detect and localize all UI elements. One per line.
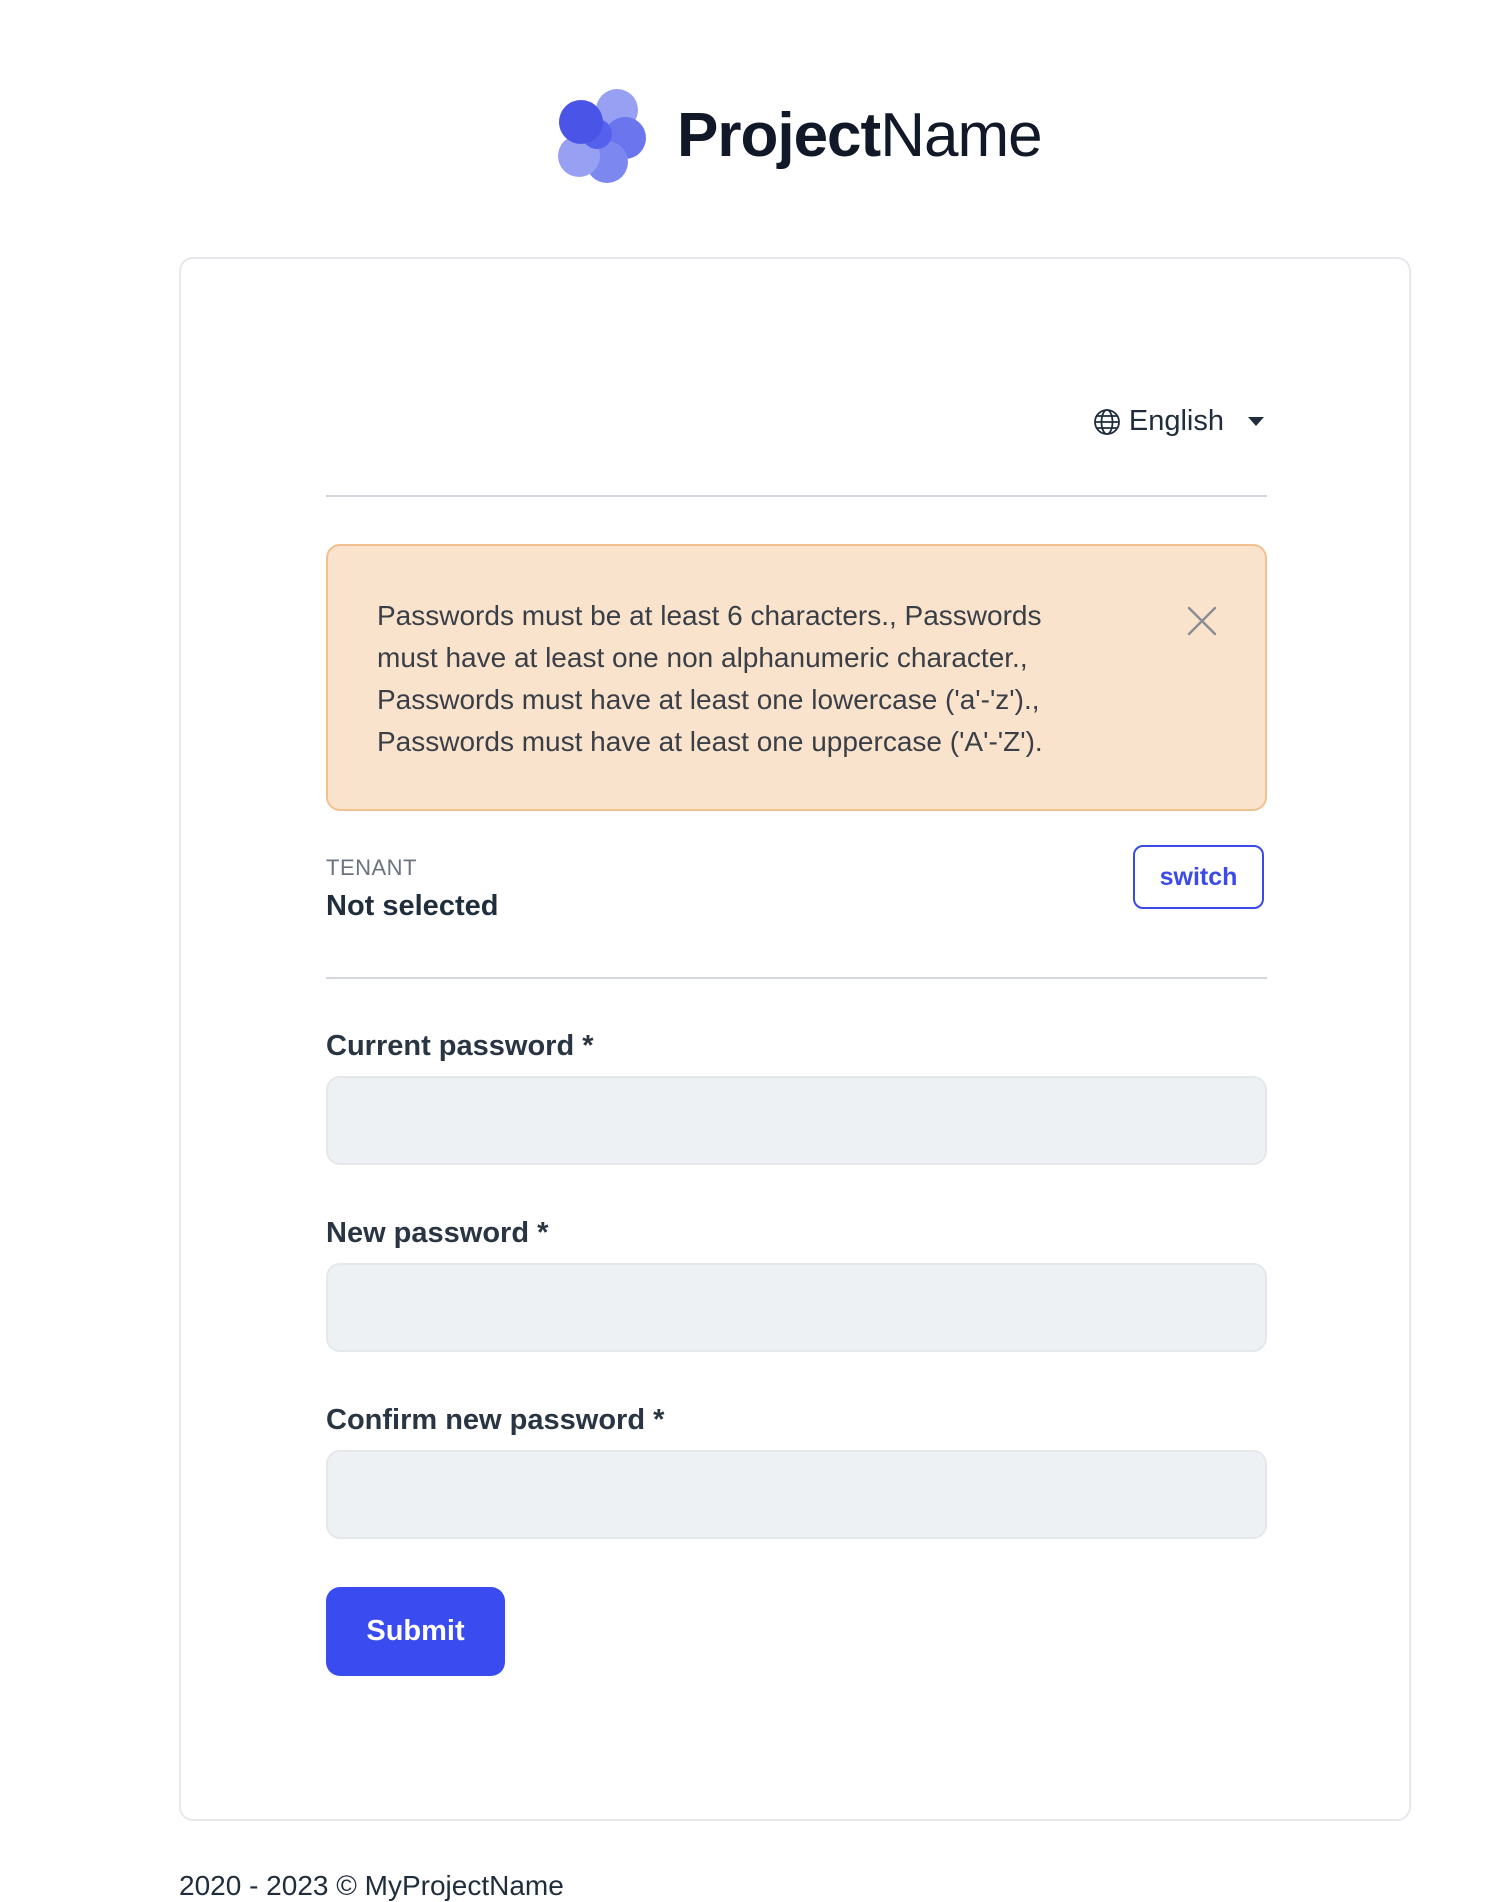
brand-logo-icon [558,89,646,183]
error-alert: Passwords must be at least 6 characters.… [326,544,1267,811]
switch-tenant-button[interactable]: switch [1133,845,1264,909]
change-password-card: English Passwords must be at least 6 cha… [179,257,1411,1821]
divider [326,977,1267,979]
alert-message: Passwords must be at least 6 characters.… [377,600,1043,757]
confirm-password-input[interactable] [326,1450,1267,1539]
brand-name: ProjectName [677,105,1043,167]
submit-button[interactable]: Submit [326,1587,505,1676]
confirm-password-label: Confirm new password * [326,1404,665,1436]
chevron-down-icon [1248,417,1264,426]
brand-name-light: Name [880,101,1042,170]
tenant-label: TENANT [326,855,417,880]
divider [326,495,1267,497]
language-selected: English [1128,405,1224,437]
brand-name-bold: Project [677,101,881,170]
current-password-input[interactable] [326,1076,1267,1165]
tenant-value: Not selected [326,890,499,922]
footer-copyright: 2020 - 2023 © MyProjectName [179,1870,564,1901]
current-password-label: Current password * [326,1030,594,1062]
language-selector[interactable]: English [1093,405,1264,438]
brand-logo: ProjectName [555,86,1043,186]
globe-icon [1093,408,1120,435]
new-password-label: New password * [326,1217,549,1249]
new-password-input[interactable] [326,1263,1267,1352]
close-icon[interactable] [1185,604,1219,638]
